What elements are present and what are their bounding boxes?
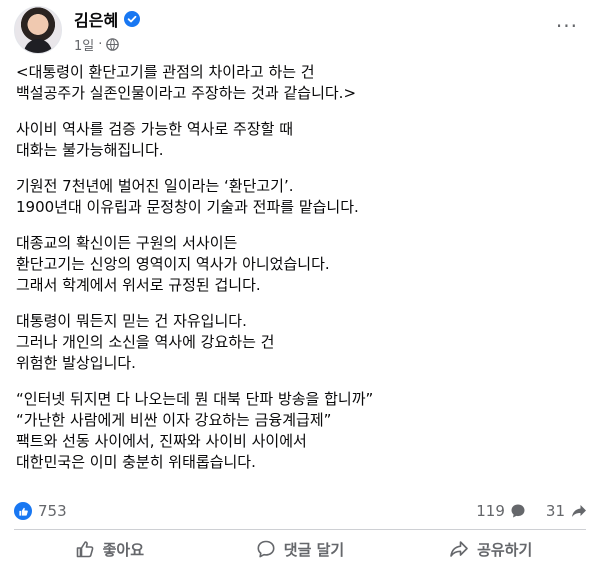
post-subline: 1일 ·: [74, 35, 140, 54]
post-paragraph: <대통령이 환단고기를 관점의 차이라고 하는 건백설공주가 실존인물이라고 주…: [16, 62, 586, 104]
author-meta: 김은혜 1일 ·: [74, 7, 141, 54]
like-button[interactable]: 좋아요: [14, 533, 205, 565]
verified-badge-icon: [124, 10, 141, 27]
thumbs-up-icon[interactable]: [14, 502, 32, 520]
post-text-line: 그래서 학계에서 위서로 규정된 겁니다.: [16, 276, 261, 294]
post-text-line: 대종교의 확신이든 구원의 서사이든: [16, 234, 238, 252]
engagement-bar: 753 119 31: [14, 498, 586, 524]
post-text-line: “인터넷 뒤지면 다 나오는데 뭔 대북 단파 방송을 합니까”: [16, 390, 374, 408]
post-text-line: 대한민국은 이미 충분히 위태롭습니다.: [16, 453, 256, 471]
post-text-line: <대통령이 환단고기를 관점의 차이라고 하는 건: [16, 63, 315, 81]
post-text-line: 그러나 개인의 소신을 역사에 강요하는 건: [16, 333, 275, 351]
post-paragraph: 사이비 역사를 검증 가능한 역사로 주장할 때대화는 불가능해집니다.: [16, 119, 586, 161]
share-arrow-icon: [570, 503, 586, 519]
action-bar: 좋아요 댓글 달기 공유하기: [14, 533, 586, 565]
post-paragraph: 기원전 7천년에 벌어진 일이라는 ‘환단고기’. 1900년대 이유립과 문정창…: [16, 176, 586, 218]
dot-separator: ·: [98, 36, 103, 52]
comment-count[interactable]: 119: [476, 502, 505, 520]
author-row: 김은혜: [74, 7, 141, 31]
post-text-line: “가난한 사람에게 비싼 이자 강요하는 금융계급제”: [16, 411, 332, 429]
comment-bubble-icon: [510, 503, 526, 519]
engagement-right: 119 31: [476, 502, 586, 520]
post-paragraph: 대종교의 확신이든 구원의 서사이든환단고기는 신앙의 영역이지 역사가 아니었…: [16, 233, 586, 296]
more-options-button[interactable]: ···: [556, 14, 578, 38]
post-body: <대통령이 환단고기를 관점의 차이라고 하는 건백설공주가 실존인물이라고 주…: [16, 62, 586, 488]
post-text-line: 기원전 7천년에 벌어진 일이라는 ‘환단고기’.: [16, 177, 294, 195]
comment-outline-icon: [257, 540, 275, 558]
like-outline-icon: [76, 541, 94, 558]
post-text-line: 백설공주가 실존인물이라고 주장하는 것과 같습니다.>: [16, 84, 357, 102]
post-timestamp[interactable]: 1일: [74, 35, 94, 54]
author-name[interactable]: 김은혜: [74, 7, 118, 31]
post-card: 김은혜 1일 · ··· <대통령이 환단고기를 관점의 차이라고 하는 건 백…: [0, 0, 600, 565]
post-header: 김은혜 1일 ·: [14, 6, 141, 54]
reaction-count[interactable]: 753: [38, 502, 67, 520]
actions-divider: [14, 529, 586, 530]
comment-button[interactable]: 댓글 달기: [205, 533, 396, 565]
post-text-line: 팩트와 선동 사이에서, 진짜와 사이비 사이에서: [16, 432, 307, 450]
post-text-line: 사이비 역사를 검증 가능한 역사로 주장할 때: [16, 120, 294, 138]
post-text-line: 대통령이 뭐든지 믿는 건 자유입니다.: [16, 312, 247, 330]
post-text-line: 환단고기는 신앙의 영역이지 역사가 아니었습니다.: [16, 255, 330, 273]
post-paragraph: 대통령이 뭐든지 믿는 건 자유입니다. 그러나 개인의 소신을 역사에 강요하는…: [16, 311, 586, 374]
post-text-line: 1900년대 이유립과 문정창이 기술과 전파를 맡습니다.: [16, 198, 359, 216]
like-label: 좋아요: [102, 540, 145, 559]
post-text-line: 대화는 불가능해집니다.: [16, 141, 164, 159]
post-text-line: 위험한 발상입니다.: [16, 354, 136, 372]
avatar[interactable]: [14, 6, 62, 54]
comment-label: 댓글 달기: [283, 540, 345, 559]
share-label: 공유하기: [477, 540, 533, 559]
post-paragraph: “인터넷 뒤지면 다 나오는데 뭔 대북 단파 방송을 합니까” “가난한 사람에…: [16, 389, 586, 473]
share-outline-icon: [450, 541, 468, 557]
share-button[interactable]: 공유하기: [395, 533, 586, 565]
share-count[interactable]: 31: [546, 502, 565, 520]
globe-icon[interactable]: [106, 37, 120, 51]
